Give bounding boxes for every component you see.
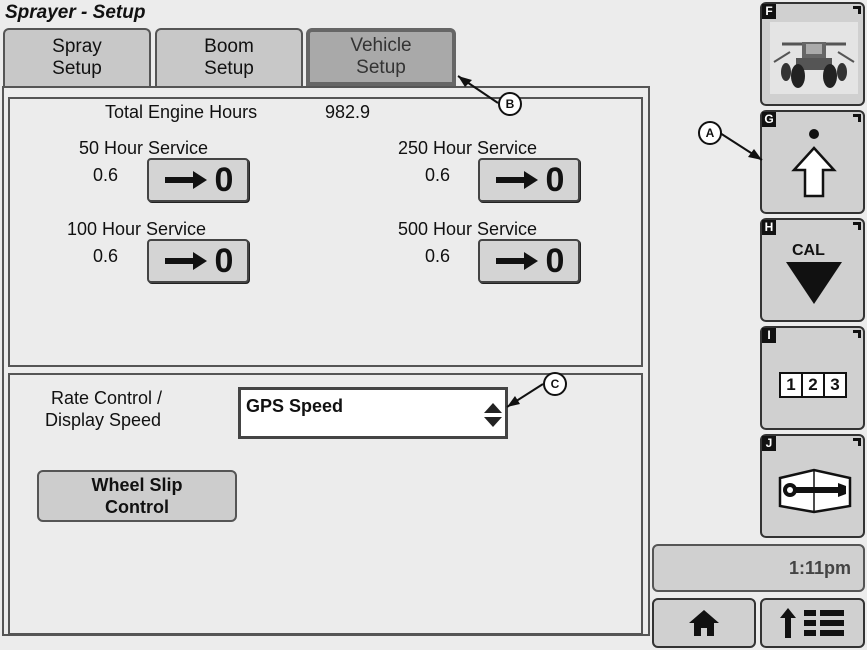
reset-50-value: 0 [214, 160, 234, 199]
up-down-arrows-icon[interactable] [483, 402, 503, 428]
rate-control-label-line1: Rate Control / [51, 388, 163, 408]
corner-marker [853, 114, 861, 122]
side-button-g-letter: G [762, 112, 776, 127]
side-button-i[interactable]: I 1 2 3 [760, 326, 865, 430]
corner-marker [853, 330, 861, 338]
right-arrow-icon [495, 252, 538, 270]
reset-100-hour-button[interactable]: 0 [147, 239, 249, 283]
reset-500-value: 0 [545, 241, 565, 280]
service-100-label: 100 Hour Service [67, 219, 207, 239]
service-250-value: 0.6 [425, 165, 451, 185]
home-button[interactable] [652, 598, 756, 648]
service-50-value: 0.6 [93, 165, 119, 185]
side-button-j[interactable]: J [760, 434, 865, 538]
cal-down-arrow-icon [786, 262, 842, 304]
clock-time: 1:11pm [788, 557, 851, 578]
engine-hours-value: 982.9 [325, 102, 371, 122]
reset-500-hour-button[interactable]: 0 [478, 239, 580, 283]
right-arrow-icon [164, 171, 207, 189]
side-button-h[interactable]: H CAL [760, 218, 865, 322]
tab-spray-setup[interactable]: Spray Setup [3, 28, 151, 86]
digit-box: 3 [825, 372, 847, 398]
corner-marker [853, 438, 861, 446]
clock-display: 1:11pm [652, 544, 865, 592]
tab-vehicle-setup[interactable]: Vehicle Setup [306, 28, 456, 86]
right-arrow-icon [164, 252, 207, 270]
side-button-f-letter: F [762, 4, 776, 19]
service-500-value: 0.6 [425, 246, 451, 266]
side-button-j-letter: J [762, 436, 776, 451]
reset-250-value: 0 [545, 160, 565, 199]
up-arrow-menu-icon [779, 608, 844, 638]
shift-up-arrow-icon [791, 129, 837, 198]
home-icon [689, 610, 719, 636]
callout-a: A [698, 121, 722, 145]
side-button-h-letter: H [762, 220, 776, 235]
service-500-label: 500 Hour Service [398, 219, 538, 239]
wheel-slip-control-button[interactable]: Wheel Slip Control [37, 470, 237, 522]
tab-boom-setup[interactable]: Boom Setup [155, 28, 303, 86]
digit-box: 2 [803, 372, 825, 398]
sprayer-vehicle-icon [770, 22, 858, 94]
reset-100-value: 0 [214, 241, 234, 280]
corner-marker [853, 222, 861, 230]
page-title: Sprayer - Setup [5, 2, 146, 23]
numbered-boxes-icon: 1 2 3 [779, 372, 847, 398]
cal-label: CAL [792, 242, 825, 259]
rate-control-label-line2: Display Speed [45, 410, 162, 430]
corner-marker [853, 6, 861, 14]
callout-c: C [543, 372, 567, 396]
wrench-manual-icon [778, 468, 852, 514]
service-50-label: 50 Hour Service [79, 138, 209, 158]
display-speed-selected: GPS Speed [246, 396, 344, 416]
reset-50-hour-button[interactable]: 0 [147, 158, 249, 202]
side-button-g[interactable]: G [760, 110, 865, 214]
menu-button[interactable] [760, 598, 865, 648]
right-arrow-icon [495, 171, 538, 189]
callout-b: B [498, 92, 522, 116]
side-button-i-letter: I [762, 328, 776, 343]
engine-hours-label: Total Engine Hours [105, 102, 258, 122]
service-100-value: 0.6 [93, 246, 119, 266]
service-250-label: 250 Hour Service [398, 138, 538, 158]
reset-250-hour-button[interactable]: 0 [478, 158, 580, 202]
side-button-f[interactable]: F [760, 2, 865, 106]
digit-box: 1 [779, 372, 803, 398]
display-speed-dropdown[interactable]: GPS Speed [238, 387, 508, 439]
